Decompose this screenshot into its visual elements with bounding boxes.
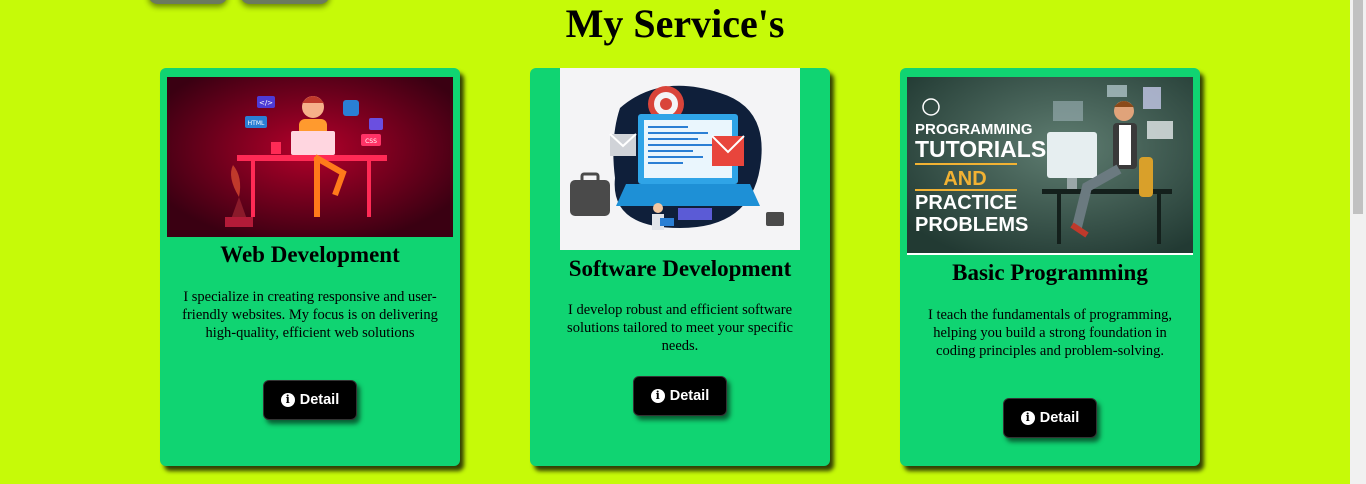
image-text-practice: PRACTICE (915, 192, 1017, 214)
css-tag-label: CSS (365, 138, 377, 145)
service-card-basic-programming: PROGRAMMING TUTORIALS AND PRACTICE PROBL… (900, 68, 1200, 466)
detail-button[interactable]: i Detail (633, 376, 727, 416)
image-text-tutorials: TUTORIALS (915, 136, 1046, 162)
software-development-illustration (560, 68, 800, 250)
image-text-problems: PROBLEMS (915, 214, 1028, 236)
scrollbar-thumb[interactable] (1353, 0, 1363, 214)
code-tag-label: </> (259, 99, 273, 107)
info-circle-icon: i (650, 389, 665, 403)
service-card-software-development: Software Development I develop robust an… (530, 68, 830, 466)
detail-button[interactable]: i Detail (1003, 398, 1097, 438)
image-text-and: AND (943, 168, 986, 190)
info-circle-icon: i (280, 393, 295, 407)
detail-button-label: Detail (1039, 410, 1080, 426)
html-tag-label: HTML (248, 120, 265, 127)
detail-button-label: Detail (669, 388, 710, 404)
web-development-illustration: </> HTML CSS (167, 77, 453, 237)
service-title: Basic Programming (952, 260, 1148, 285)
service-description: I develop robust and efficient software … (567, 302, 793, 354)
service-description: I specialize in creating responsive and … (182, 289, 438, 341)
page-title: My Service's (565, 1, 785, 46)
detail-button[interactable]: i Detail (263, 380, 357, 420)
vertical-scrollbar[interactable] (1350, 0, 1366, 484)
service-card-web-development: </> HTML CSS Web Development I specializ… (160, 68, 460, 466)
basic-programming-illustration: PROGRAMMING TUTORIALS AND PRACTICE PROBL… (907, 77, 1193, 255)
detail-button-label: Detail (299, 392, 340, 408)
service-description: I teach the fundamentals of programming,… (927, 307, 1172, 359)
service-title: Web Development (220, 242, 400, 267)
info-circle-icon: i (1020, 411, 1035, 425)
service-title: Software Development (568, 256, 792, 281)
